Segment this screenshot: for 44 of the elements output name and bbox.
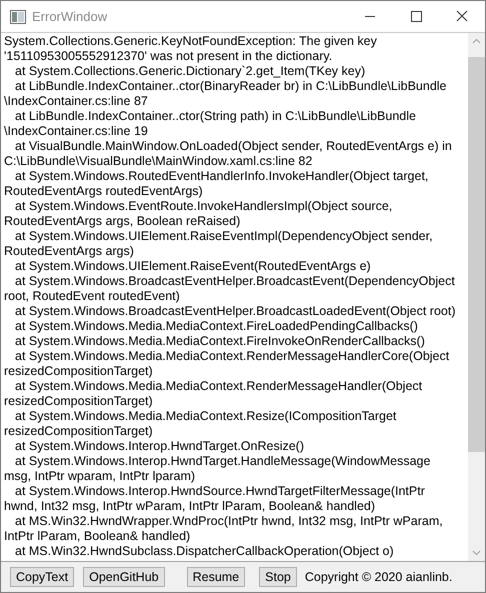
stack-trace-line: System.Collections.Generic.KeyNotFoundException: The given key [4,34,378,49]
stack-trace-line: hwnd, Int32 msg, IntPtr wParam, IntPtr lParam, Boolean& handled) [4,499,376,514]
stack-trace-line: at System.Windows.EventRoute.InvokeHandlersImpl(Object source, [14,199,394,214]
footer-button[interactable]: Stop [259,567,297,587]
stack-trace-line: at System.Windows.RoutedEventHandlerInfo.InvokeHandler(Object target, [14,169,430,184]
stack-trace-line: \IndexContainer.cs:line 19 [4,124,149,139]
footer-button[interactable]: OpenGitHub [83,567,165,587]
stack-trace-line: resizedCompositionTarget) [4,424,154,439]
footer-button[interactable]: Resume [186,567,246,587]
window-icon [10,10,26,24]
stack-trace-line: RoutedEventArgs args, Boolean reRaised) [4,214,242,229]
window-title: ErrorWindow [32,9,108,24]
stack-trace-line: C:\LibBundle\VisualBundle\MainWindow.xaml.cs:line 82 [4,154,314,169]
stack-trace-line: \IndexContainer.cs:line 87 [4,94,149,109]
footer-button[interactable]: CopyText [10,567,74,587]
stack-trace-line: at MS.Win32.HwndWrapper.WndProc(IntPtr hwnd, Int32 msg, IntPtr wParam, [14,514,444,529]
stack-trace-line: at MS.Win32.HwndSubclass.DispatcherCallbackOperation(Object o) [14,544,395,559]
stack-trace-line: root, RoutedEvent routedEvent) [4,289,181,304]
stack-trace-line: IntPtr lParam, Boolean& handled) [4,529,192,544]
stack-trace-line: msg, IntPtr wparam, IntPtr lparam) [4,469,196,484]
stack-trace-line: at System.Windows.Media.MediaContext.RenderMessageHandlerCore(Object [14,349,450,364]
stack-trace-line: at System.Windows.Interop.HwndTarget.HandleMessage(WindowMessage [14,454,432,469]
stack-trace-line: at LibBundle.IndexContainer..ctor(String path) in C:\LibBundle\LibBundle [14,109,417,124]
scroll-thumb[interactable] [468,57,485,452]
stack-trace-line: RoutedEventArgs routedEventArgs) [4,184,204,199]
stack-trace-line: '15110953005552912370' was not present in the dictionary. [4,49,334,64]
stack-trace-line: RoutedEventArgs args) [4,244,135,259]
stack-trace-line: at System.Windows.UIElement.RaiseEventImpl(DependencyObject sender, [14,229,434,244]
stack-trace-line: at LibBundle.IndexContainer..ctor(BinaryReader br) in C:\LibBundle\LibBundle [14,79,448,94]
stack-trace-line: at System.Collections.Generic.Dictionary`2.get_Item(TKey key) [14,64,366,79]
stack-trace-line: at System.Windows.BroadcastEventHelper.BroadcastEvent(DependencyObject [14,274,456,289]
stack-trace-line: at System.Windows.Media.MediaContext.Resize(ICompositionTarget [14,409,398,424]
copyright-text: Copyright © 2020 aianlinb. [304,570,452,584]
stack-trace-line: at VisualBundle.MainWindow.OnLoaded(Object sender, RoutedEventArgs e) in [14,139,453,154]
stack-trace-line: resizedCompositionTarget) [4,394,154,409]
stack-trace-line: at System.Windows.UIElement.RaiseEvent(RoutedEventArgs e) [14,259,372,274]
stack-trace-line: at System.Windows.Interop.HwndSource.HwndTargetFilterMessage(IntPtr [14,484,426,499]
stack-trace-line: at System.Windows.Media.MediaContext.RenderMessageHandler(Object [14,379,424,394]
stack-trace-line: at System.Windows.BroadcastEventHelper.BroadcastLoadedEvent(Object root) [14,304,456,319]
stack-trace-line: at System.Windows.Media.MediaContext.FireLoadedPendingCallbacks() [14,319,419,334]
stack-trace-line: resizedCompositionTarget) [4,364,154,379]
scrollbar[interactable] [468,33,485,561]
stack-trace-line: at System.Windows.Media.MediaContext.FireInvokeOnRenderCallbacks() [14,334,426,349]
stack-trace-line: at System.Windows.Interop.HwndTarget.OnResize() [14,439,305,454]
